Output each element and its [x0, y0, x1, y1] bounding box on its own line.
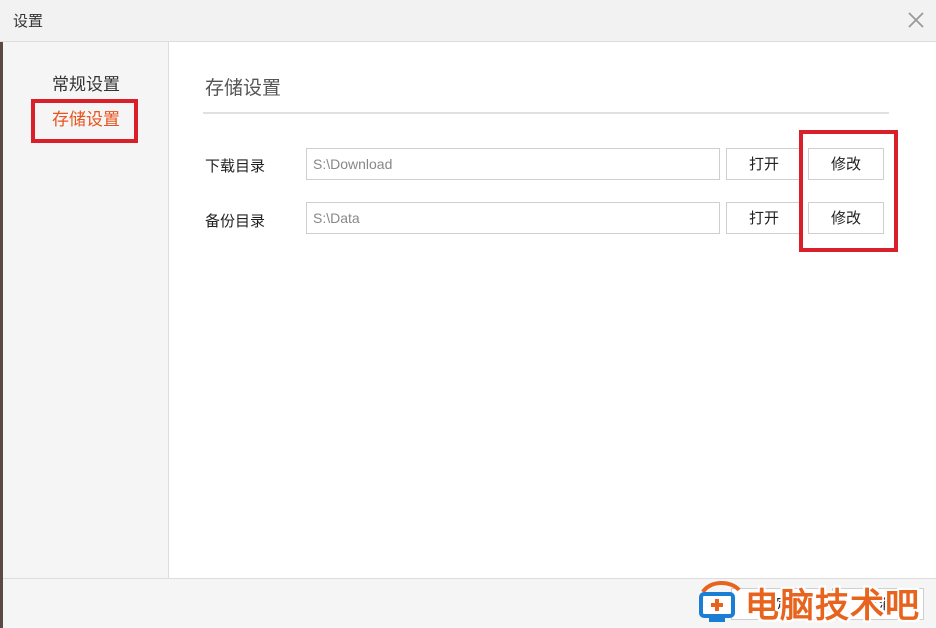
cancel-button[interactable]: 取消 [832, 588, 924, 620]
ok-button[interactable]: 确定 [731, 588, 821, 620]
close-button[interactable] [904, 8, 928, 32]
modify-download-button[interactable]: 修改 [808, 148, 884, 180]
section-divider [203, 112, 889, 114]
download-dir-field[interactable]: S:\Download [306, 148, 720, 180]
sidebar-item-storage[interactable]: 存储设置 [3, 105, 169, 130]
open-backup-button[interactable]: 打开 [726, 202, 802, 234]
sidebar-item-general[interactable]: 常规设置 [3, 70, 169, 95]
backup-dir-label: 备份目录 [205, 212, 266, 230]
title-bar: 设置 [0, 0, 936, 42]
window-title: 设置 [13, 12, 44, 30]
open-download-button[interactable]: 打开 [726, 148, 802, 180]
section-title: 存储设置 [205, 77, 282, 99]
modify-backup-button[interactable]: 修改 [808, 202, 884, 234]
close-icon [908, 12, 924, 28]
backup-dir-field[interactable]: S:\Data [306, 202, 720, 234]
settings-sidebar: 常规设置 存储设置 [3, 42, 169, 578]
download-dir-label: 下载目录 [205, 157, 266, 175]
